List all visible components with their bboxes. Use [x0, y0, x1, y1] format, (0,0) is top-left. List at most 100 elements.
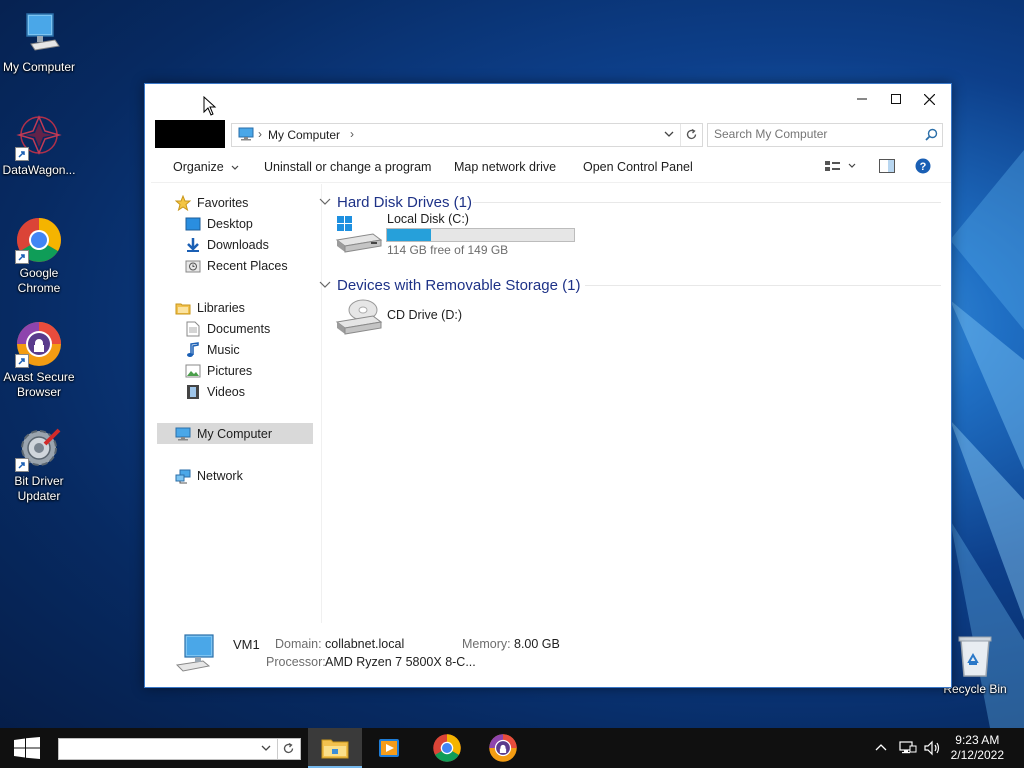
close-icon: [923, 93, 935, 105]
taskbar-search-box[interactable]: [58, 738, 301, 760]
change-view-button[interactable]: [825, 159, 857, 176]
taskbar-avast-secure-browser[interactable]: [476, 728, 530, 768]
drive-local-disk-c[interactable]: Local Disk (C:) 114 GB free of 149 GB: [335, 212, 595, 260]
map-network-drive-button[interactable]: Map network drive: [454, 160, 556, 174]
music-note-icon: [185, 342, 201, 358]
star-icon: [175, 195, 191, 211]
help-button[interactable]: ?: [915, 158, 931, 177]
clock-time: 9:23 AM: [955, 733, 1000, 747]
group-header-removable-storage[interactable]: Devices with Removable Storage (1): [319, 275, 580, 295]
recent-places-icon: [185, 258, 201, 274]
chevron-down-icon[interactable]: [664, 130, 674, 138]
uninstall-program-button[interactable]: Uninstall or change a program: [264, 160, 431, 174]
nav-documents[interactable]: Documents: [185, 319, 270, 339]
nav-my-computer[interactable]: My Computer: [175, 424, 272, 444]
breadcrumb-separator-icon: ›: [258, 127, 262, 141]
search-input[interactable]: [714, 127, 914, 141]
desktop-icon-label: My Computer: [2, 60, 76, 74]
taskbar-media-player[interactable]: [362, 728, 416, 768]
nav-desktop-label: Desktop: [207, 217, 253, 231]
desktop-icon-google-chrome[interactable]: Google Chrome: [0, 216, 78, 296]
nav-my-computer-label: My Computer: [197, 427, 273, 441]
volume-icon[interactable]: [924, 740, 942, 756]
command-bar: Organize Uninstall or change a program M…: [151, 152, 951, 183]
nav-pictures[interactable]: Pictures: [185, 361, 252, 381]
download-arrow-icon: [185, 237, 201, 253]
desktop-icon-my-computer[interactable]: My Computer: [0, 10, 78, 75]
memory-value: 8.00 GB: [514, 637, 560, 651]
breadcrumb-chevron-icon[interactable]: ›: [350, 127, 354, 141]
drive-d-name: CD Drive (D:): [387, 308, 462, 322]
maximize-button[interactable]: [881, 88, 911, 110]
libraries-icon: [175, 300, 191, 316]
group-divider: [585, 285, 941, 286]
nav-desktop[interactable]: Desktop: [185, 214, 253, 234]
show-hidden-icons-chevron-up-icon[interactable]: [875, 743, 887, 751]
shortcut-arrow-icon: [15, 458, 29, 472]
view-options-icon: [825, 161, 856, 171]
datawagon-logo-icon: [15, 113, 63, 161]
open-control-panel-button[interactable]: Open Control Panel: [583, 160, 693, 174]
mouse-cursor-icon: [203, 96, 217, 116]
nav-downloads[interactable]: Downloads: [185, 235, 269, 255]
file-explorer-window: › My Computer › Organize Uninstall or ch…: [144, 83, 952, 688]
group-header-label: Devices with Removable Storage (1): [337, 276, 581, 294]
navigation-buttons-redacted[interactable]: [155, 120, 225, 148]
address-bar[interactable]: › My Computer ›: [231, 123, 703, 147]
start-button[interactable]: [0, 728, 54, 768]
recycle-bin-icon: [951, 632, 999, 680]
minimize-icon: [857, 98, 867, 100]
address-row: › My Computer ›: [151, 120, 951, 148]
title-bar[interactable]: [151, 84, 951, 114]
shortcut-arrow-icon: [15, 354, 29, 368]
search-icon[interactable]: [925, 128, 938, 141]
computer-name: VM1: [233, 637, 260, 652]
desktop-icon-label: DataWagon...: [2, 163, 76, 177]
computer-icon: [175, 426, 191, 442]
chevron-down-icon: [319, 281, 331, 288]
taskbar: 9:23 AM 2/12/2022: [0, 728, 1024, 768]
system-clock[interactable]: 9:23 AM 2/12/2022: [951, 733, 1004, 763]
nav-libraries[interactable]: Libraries: [175, 298, 245, 318]
nav-downloads-label: Downloads: [207, 238, 269, 252]
close-button[interactable]: [914, 88, 944, 110]
taskbar-file-explorer[interactable]: [308, 728, 362, 768]
nav-favorites[interactable]: Favorites: [175, 193, 248, 213]
nav-documents-label: Documents: [207, 322, 271, 336]
network-status-icon[interactable]: [899, 740, 917, 756]
nav-recent-places[interactable]: Recent Places: [185, 256, 288, 276]
svg-text:?: ?: [920, 161, 927, 173]
computer-icon: [15, 10, 63, 58]
group-header-hard-disk-drives[interactable]: Hard Disk Drives (1): [319, 192, 472, 212]
drive-cd-drive-d[interactable]: CD Drive (D:): [335, 294, 535, 340]
nav-music[interactable]: Music: [185, 340, 240, 360]
preview-pane-button[interactable]: [879, 159, 895, 176]
document-icon: [185, 321, 201, 337]
nav-pictures-label: Pictures: [207, 364, 253, 378]
nav-recent-places-label: Recent Places: [207, 259, 288, 273]
drive-c-free-space: 114 GB free of 149 GB: [387, 243, 509, 257]
chevron-down-icon[interactable]: [261, 745, 271, 752]
refresh-icon[interactable]: [685, 128, 698, 141]
help-icon: ?: [915, 158, 931, 174]
search-box[interactable]: [707, 123, 943, 147]
nav-videos[interactable]: Videos: [185, 382, 245, 402]
nav-libraries-label: Libraries: [197, 301, 245, 315]
breadcrumb-my-computer[interactable]: My Computer: [268, 128, 340, 142]
computer-icon: [238, 127, 254, 141]
nav-network[interactable]: Network: [175, 466, 243, 486]
desktop-icon-avast-secure-browser[interactable]: Avast Secure Browser: [0, 320, 78, 400]
minimize-button[interactable]: [847, 88, 877, 110]
organize-label: Organize: [173, 160, 224, 174]
computer-icon: [175, 634, 214, 672]
cd-drive-icon: [335, 299, 383, 335]
nav-music-label: Music: [207, 343, 240, 357]
search-divider: [277, 739, 278, 759]
refresh-icon[interactable]: [282, 742, 295, 755]
organize-menu[interactable]: Organize: [173, 160, 239, 174]
desktop-icon-datawagon[interactable]: DataWagon...: [0, 113, 78, 178]
taskbar-google-chrome[interactable]: [420, 728, 474, 768]
avast-browser-icon: [489, 734, 517, 762]
desktop-icon-label: Avast Secure Browser: [3, 370, 75, 399]
desktop-icon-bit-driver-updater[interactable]: Bit Driver Updater: [0, 424, 78, 504]
